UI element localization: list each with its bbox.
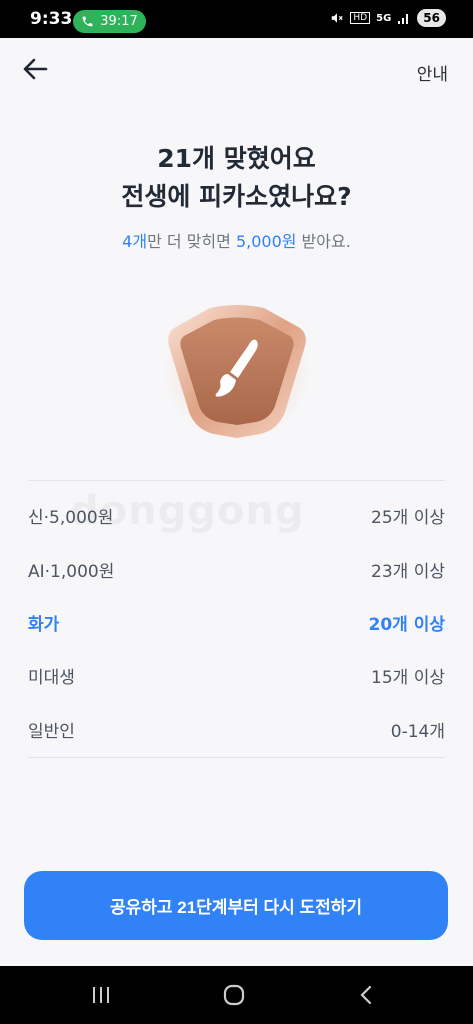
reward-hint: 4개만 더 맞히면 5,000원 받아요.: [0, 228, 473, 252]
tier-title: 전생에 피카소였나요?: [121, 182, 352, 211]
system-nav-bar: [0, 966, 473, 1024]
tier-requirement: 15개 이상: [371, 667, 445, 688]
signal-icon: [398, 14, 409, 24]
recent-apps-icon: [93, 987, 109, 1003]
tier-row-art-student: 미대생 15개 이상: [28, 660, 445, 690]
tier-name: 미대생: [28, 667, 75, 688]
tier-name: 화가: [28, 614, 60, 635]
phone-icon: [82, 16, 93, 27]
status-icons: HD 5G 56: [330, 9, 446, 27]
home-button[interactable]: [214, 980, 254, 1010]
back-button[interactable]: [18, 52, 52, 86]
remaining-count: 4개: [122, 232, 148, 251]
hd-label: HD: [350, 12, 371, 24]
tier-row-ordinary: 일반인 0-14개: [28, 714, 445, 744]
tier-name: 신·5,000원: [28, 507, 114, 528]
tier-requirement: 25개 이상: [371, 507, 445, 528]
home-icon: [223, 984, 245, 1006]
chevron-left-icon: [360, 985, 372, 1005]
tier-requirement: 0-14개: [390, 721, 445, 742]
tier-name: 일반인: [28, 721, 75, 742]
mute-icon: [332, 13, 344, 23]
call-indicator[interactable]: 39:17: [73, 10, 146, 33]
status-time: 9:33: [30, 9, 73, 29]
back-nav-button[interactable]: [346, 980, 386, 1010]
bronze-shield-icon: [162, 302, 312, 442]
reward-amount: 5,000원: [235, 232, 297, 251]
tier-requirement: 20개 이상: [368, 614, 446, 635]
tier-badge: [160, 300, 314, 445]
tier-row-god: 신·5,000원 25개 이상: [28, 500, 445, 530]
divider: [28, 757, 445, 758]
guide-link[interactable]: 안내: [417, 60, 448, 85]
call-timer: 39:17: [100, 14, 138, 29]
tier-row-painter: 화가 20개 이상: [28, 607, 445, 637]
tier-name: AI·1,000원: [28, 561, 115, 582]
score-title: 21개 맞혔어요: [157, 144, 316, 173]
top-nav: 안내: [0, 38, 473, 100]
tier-requirement: 23개 이상: [371, 561, 445, 582]
tier-row-ai: AI·1,000원 23개 이상: [28, 554, 445, 584]
battery-level: 56: [417, 9, 446, 27]
reward-hint-mid: 만 더 맞히면: [147, 232, 236, 251]
reward-hint-end: 받아요.: [296, 232, 351, 251]
status-bar: 9:33 39:17 HD 5G 56: [0, 0, 473, 38]
recent-apps-button[interactable]: [81, 980, 121, 1010]
result-headline: 21개 맞혔어요 전생에 피카소였나요?: [0, 140, 473, 216]
divider: [28, 480, 445, 481]
network-label: 5G: [376, 12, 392, 24]
share-retry-button[interactable]: 공유하고 21단계부터 다시 도전하기: [24, 871, 448, 940]
arrow-left-icon: [23, 58, 48, 80]
